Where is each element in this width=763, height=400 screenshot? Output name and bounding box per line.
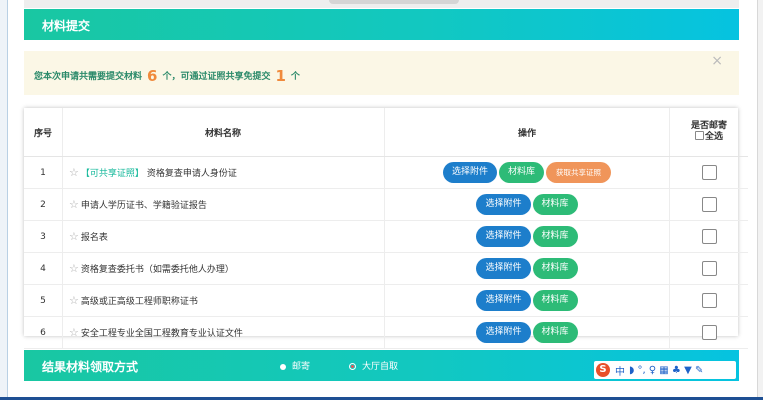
section-title: 材料提交 [42,19,91,33]
row-name-cell: ☆ 高级或正高级工程师职称证书 [62,284,385,317]
radio-unselected-icon[interactable] [349,363,356,370]
material-library-button[interactable]: 材料库 [532,290,578,311]
mail-checkbox[interactable] [701,325,717,340]
select-attachment-button[interactable]: 选择附件 [442,162,497,183]
star-icon[interactable]: ☆ [69,166,79,179]
notice-message: 您本次申请共需要提交材料 6 个，可通过证照共享免提交 1 个 [34,67,300,85]
mail-checkbox[interactable] [701,261,717,276]
row-index: 4 [24,252,63,285]
ime-toolbar[interactable]: S 中 ◗ °, ♀ ▦ ♣ ▼ ✎ [594,361,736,379]
select-all-checkbox[interactable] [694,131,704,140]
shared-count: 1 [275,67,286,85]
table-row: 2 ☆ 申请人学历证书、学籍验证报告 选择附件 材料库 [24,188,748,221]
row-operations: 选择附件 材料库 [384,188,670,221]
row-mail-cell [669,188,748,221]
radio-mail[interactable]: 邮寄 [280,359,310,372]
material-name: 申请人学历证书、学籍验证报告 [80,201,207,211]
material-submit-header: 材料提交 [24,9,739,40]
material-library-button[interactable]: 材料库 [499,162,545,183]
row-index: 1 [24,156,63,189]
top-strip [24,0,739,8]
select-attachment-button[interactable]: 选择附件 [476,258,531,279]
star-icon[interactable]: ☆ [69,198,79,211]
ime-mode[interactable]: 中 [615,363,625,378]
table-row: 1 ☆ 【可共享证照】 资格复查申请人身份证 选择附件 材料库 获取共享证照 [24,156,748,189]
row-operations: 选择附件 材料库 获取共享证照 [384,156,670,189]
material-library-button[interactable]: 材料库 [532,226,578,247]
row-name-cell: ☆ 申请人学历证书、学籍验证报告 [62,188,385,221]
notice-banner: 您本次申请共需要提交材料 6 个，可通过证照共享免提交 1 个 × [24,51,739,95]
window-right-edge [757,0,763,400]
row-index: 6 [24,316,63,349]
window-left-edge [0,0,8,400]
header-index: 序号 [24,108,63,157]
row-mail-cell [669,252,748,285]
material-name: 报名表 [80,233,108,243]
mail-checkbox[interactable] [701,165,717,180]
row-index: 3 [24,220,63,253]
header-mail: 是否邮寄 全选 [669,108,748,157]
close-icon[interactable]: × [711,53,723,69]
mail-checkbox[interactable] [701,197,717,212]
select-all[interactable]: 全选 [671,131,747,143]
row-mail-cell [669,220,748,253]
section-title: 结果材料领取方式 [42,360,139,374]
material-name: 安全工程专业全国工程教育专业认证文件 [80,329,243,339]
row-operations: 选择附件 材料库 [384,252,670,285]
material-name: 高级或正高级工程师职称证书 [80,297,198,307]
row-mail-cell [669,156,748,189]
sogou-logo-icon[interactable]: S [596,363,610,377]
row-mail-cell [669,316,748,349]
total-count: 6 [147,67,158,85]
select-attachment-button[interactable]: 选择附件 [476,290,531,311]
table-row: 3 ☆ 报名表 选择附件 材料库 [24,220,748,253]
radio-selected-icon[interactable] [280,363,286,370]
radio-pickup[interactable]: 大厅自取 [349,359,398,372]
table-row: 4 ☆ 资格复查委托书（如需委托他人办理） 选择附件 材料库 [24,252,748,285]
table-row: 5 ☆ 高级或正高级工程师职称证书 选择附件 材料库 [24,284,748,317]
materials-table: 序号 材料名称 操作 是否邮寄 全选 1 ☆ 【可共享证照】 资格复查申请人身份证 选择… [24,108,748,349]
select-attachment-button[interactable]: 选择附件 [476,194,531,215]
star-icon[interactable]: ☆ [69,262,79,275]
header-operation: 操作 [384,108,670,157]
shared-tag[interactable]: 【可共享证照】 [81,169,144,179]
row-name-cell: ☆ 【可共享证照】 资格复查申请人身份证 [62,156,385,189]
select-attachment-button[interactable]: 选择附件 [476,322,531,343]
select-attachment-button[interactable]: 选择附件 [476,226,531,247]
table-header-row: 序号 材料名称 操作 是否邮寄 全选 [24,108,748,157]
row-name-cell: ☆ 报名表 [62,220,385,253]
row-name-cell: ☆ 安全工程专业全国工程教育专业认证文件 [62,316,385,349]
ime-tool-icons[interactable]: ◗ °, ♀ ▦ ♣ ▼ ✎ [629,365,703,376]
star-icon[interactable]: ☆ [69,230,79,243]
row-name-cell: ☆ 资格复查委托书（如需委托他人办理） [62,252,385,285]
star-icon[interactable]: ☆ [69,326,79,339]
header-name: 材料名称 [62,108,385,157]
mail-checkbox[interactable] [701,229,717,244]
row-operations: 选择附件 材料库 [384,316,670,349]
row-operations: 选择附件 材料库 [384,284,670,317]
table-row: 6 ☆ 安全工程专业全国工程教育专业认证文件 选择附件 材料库 [24,316,748,349]
material-library-button[interactable]: 材料库 [532,194,578,215]
material-name: 资格复查申请人身份证 [146,169,237,179]
star-icon[interactable]: ☆ [69,294,79,307]
row-index: 5 [24,284,63,317]
row-mail-cell [669,284,748,317]
get-shared-cert-button[interactable]: 获取共享证照 [546,162,612,183]
row-operations: 选择附件 材料库 [384,220,670,253]
mail-checkbox[interactable] [701,293,717,308]
material-name: 资格复查委托书（如需委托他人办理） [80,265,234,275]
row-index: 2 [24,188,63,221]
material-library-button[interactable]: 材料库 [532,322,578,343]
material-library-button[interactable]: 材料库 [532,258,578,279]
